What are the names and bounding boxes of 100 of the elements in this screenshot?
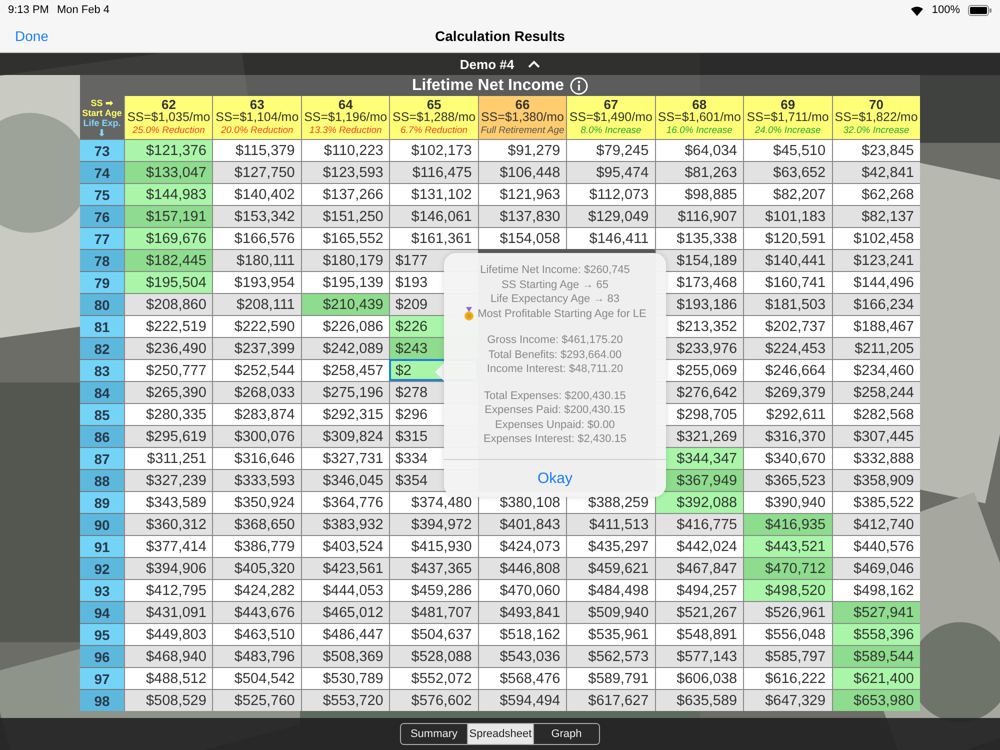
value-cell[interactable]: $484,498 xyxy=(566,579,655,601)
value-cell[interactable]: $494,257 xyxy=(654,579,744,601)
value-cell[interactable]: $530,789 xyxy=(300,667,390,689)
value-cell[interactable]: $137,830 xyxy=(478,205,566,227)
value-cell[interactable]: $316,646 xyxy=(212,447,301,469)
value-cell[interactable]: $585,797 xyxy=(743,645,832,667)
value-cell[interactable]: $121,963 xyxy=(478,183,566,205)
value-cell[interactable]: $469,046 xyxy=(832,557,920,579)
value-cell[interactable]: $265,390 xyxy=(124,381,212,403)
value-cell[interactable]: $415,930 xyxy=(389,535,478,557)
value-cell[interactable]: $258,457 xyxy=(300,359,390,381)
value-cell[interactable]: $82,137 xyxy=(832,205,920,227)
value-cell[interactable]: $210,439 xyxy=(300,293,390,315)
value-cell[interactable]: $116,907 xyxy=(654,205,744,227)
value-cell[interactable]: $621,400 xyxy=(832,667,920,689)
value-cell[interactable]: $358,909 xyxy=(832,469,920,491)
value-cell[interactable]: $383,932 xyxy=(300,513,390,535)
value-cell[interactable]: $412,740 xyxy=(832,513,920,535)
value-cell[interactable]: $42,841 xyxy=(832,161,920,183)
value-cell[interactable]: $558,396 xyxy=(832,623,920,645)
value-cell[interactable]: $112,073 xyxy=(566,183,655,205)
value-cell[interactable]: $468,940 xyxy=(124,645,212,667)
value-cell[interactable]: $504,637 xyxy=(389,623,478,645)
value-cell[interactable]: $423,561 xyxy=(300,557,390,579)
value-cell[interactable]: $463,510 xyxy=(212,623,301,645)
value-cell[interactable]: $268,033 xyxy=(212,381,301,403)
value-cell[interactable]: $340,670 xyxy=(743,447,832,469)
value-cell[interactable]: $470,712 xyxy=(743,557,832,579)
value-cell[interactable]: $123,241 xyxy=(832,249,920,271)
value-cell[interactable]: $459,621 xyxy=(566,557,655,579)
value-cell[interactable]: $377,414 xyxy=(124,535,212,557)
value-cell[interactable]: $166,576 xyxy=(212,227,301,249)
value-cell[interactable]: $465,012 xyxy=(300,601,390,623)
value-cell[interactable]: $292,611 xyxy=(743,403,832,425)
value-cell[interactable]: $365,523 xyxy=(743,469,832,491)
value-cell[interactable]: $193,954 xyxy=(212,271,301,293)
value-cell[interactable]: $258,244 xyxy=(832,381,920,403)
value-cell[interactable]: $181,503 xyxy=(743,293,832,315)
value-cell[interactable]: $211,205 xyxy=(832,337,920,359)
value-cell[interactable]: $509,940 xyxy=(566,601,655,623)
value-cell[interactable]: $390,940 xyxy=(743,491,832,513)
value-cell[interactable]: $237,399 xyxy=(212,337,301,359)
value-cell[interactable]: $528,088 xyxy=(389,645,478,667)
value-cell[interactable]: $62,268 xyxy=(832,183,920,205)
value-cell[interactable]: $576,602 xyxy=(389,689,478,711)
value-cell[interactable]: $481,707 xyxy=(389,601,478,623)
value-cell[interactable]: $140,402 xyxy=(212,183,301,205)
value-cell[interactable]: $332,888 xyxy=(832,447,920,469)
value-cell[interactable]: $63,652 xyxy=(743,161,832,183)
done-button[interactable]: Done xyxy=(15,28,48,44)
value-cell[interactable]: $617,627 xyxy=(566,689,655,711)
value-cell[interactable]: $431,091 xyxy=(124,601,212,623)
value-cell[interactable]: $123,593 xyxy=(300,161,390,183)
value-cell[interactable]: $144,496 xyxy=(832,271,920,293)
value-cell[interactable]: $154,058 xyxy=(478,227,566,249)
value-cell[interactable]: $224,453 xyxy=(743,337,832,359)
value-cell[interactable]: $165,552 xyxy=(300,227,390,249)
value-cell[interactable]: $518,162 xyxy=(478,623,566,645)
value-cell[interactable]: $635,589 xyxy=(654,689,744,711)
value-cell[interactable]: $589,544 xyxy=(832,645,920,667)
value-cell[interactable]: $283,874 xyxy=(212,403,301,425)
value-cell[interactable]: $386,779 xyxy=(212,535,301,557)
value-cell[interactable]: $120,591 xyxy=(743,227,832,249)
value-cell[interactable]: $182,445 xyxy=(124,249,212,271)
value-cell[interactable]: $195,139 xyxy=(300,271,390,293)
value-cell[interactable]: $401,843 xyxy=(478,513,566,535)
value-cell[interactable]: $195,504 xyxy=(124,271,212,293)
value-cell[interactable]: $180,111 xyxy=(212,249,301,271)
value-cell[interactable]: $275,196 xyxy=(300,381,390,403)
value-cell[interactable]: $493,841 xyxy=(478,601,566,623)
value-cell[interactable]: $169,676 xyxy=(124,227,212,249)
value-cell[interactable]: $146,061 xyxy=(389,205,478,227)
value-cell[interactable]: $333,593 xyxy=(212,469,301,491)
value-cell[interactable]: $131,102 xyxy=(389,183,478,205)
value-cell[interactable]: $151,250 xyxy=(300,205,390,227)
value-cell[interactable]: $548,891 xyxy=(654,623,744,645)
value-cell[interactable]: $416,935 xyxy=(743,513,832,535)
value-cell[interactable]: $424,073 xyxy=(478,535,566,557)
value-cell[interactable]: $594,494 xyxy=(478,689,566,711)
value-cell[interactable]: $449,803 xyxy=(124,623,212,645)
value-cell[interactable]: $437,365 xyxy=(389,557,478,579)
value-cell[interactable]: $327,239 xyxy=(124,469,212,491)
value-cell[interactable]: $95,474 xyxy=(566,161,655,183)
value-cell[interactable]: $435,297 xyxy=(566,535,655,557)
value-cell[interactable]: $127,750 xyxy=(212,161,301,183)
value-cell[interactable]: $535,961 xyxy=(566,623,655,645)
value-cell[interactable]: $269,379 xyxy=(743,381,832,403)
value-cell[interactable]: $144,983 xyxy=(124,183,212,205)
value-cell[interactable]: $521,267 xyxy=(654,601,744,623)
value-cell[interactable]: $161,361 xyxy=(389,227,478,249)
value-cell[interactable]: $446,808 xyxy=(478,557,566,579)
segment-tab[interactable]: Spreadsheet xyxy=(467,724,533,744)
value-cell[interactable]: $137,266 xyxy=(300,183,390,205)
segment-tab[interactable]: Graph xyxy=(533,724,599,744)
value-cell[interactable]: $23,845 xyxy=(832,139,920,161)
value-cell[interactable]: $498,162 xyxy=(832,579,920,601)
value-cell[interactable]: $525,760 xyxy=(212,689,301,711)
value-cell[interactable]: $292,315 xyxy=(300,403,390,425)
value-cell[interactable]: $562,573 xyxy=(566,645,655,667)
value-cell[interactable]: $81,263 xyxy=(654,161,744,183)
